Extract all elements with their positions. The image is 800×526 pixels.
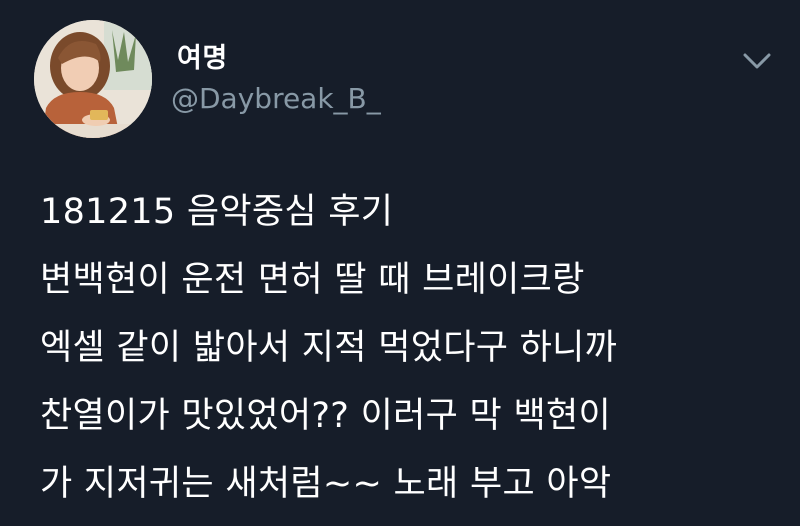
- avatar[interactable]: [34, 20, 152, 138]
- chevron-down-icon[interactable]: [740, 48, 774, 74]
- tweet-text-line: 변백현이 운전 면허 딸 때 브레이크랑: [40, 260, 585, 300]
- tweet-text-line: 가 지저귀는 새처럼~~ 노래 부고 아악: [40, 464, 612, 504]
- user-handle[interactable]: @Daybreak_B_: [171, 82, 381, 115]
- tweet-text-line: 찬열이가 맛있었어?? 이러구 막 백현이: [40, 396, 611, 436]
- tweet-text: 181215 음악중심 후기 변백현이 운전 면허 딸 때 브레이크랑 엑셀 같…: [40, 190, 780, 526]
- tweet-card: 여명 @Daybreak_B_ 181215 음악중심 후기 변백현이 운전 면…: [0, 0, 800, 526]
- display-name[interactable]: 여명: [177, 36, 228, 75]
- profile-photo-icon: [34, 20, 152, 138]
- tweet-text-line: 엑셀 같이 밟아서 지적 먹었다구 하니까: [40, 328, 618, 368]
- tweet-text-line: 181215 음악중심 후기: [40, 192, 394, 232]
